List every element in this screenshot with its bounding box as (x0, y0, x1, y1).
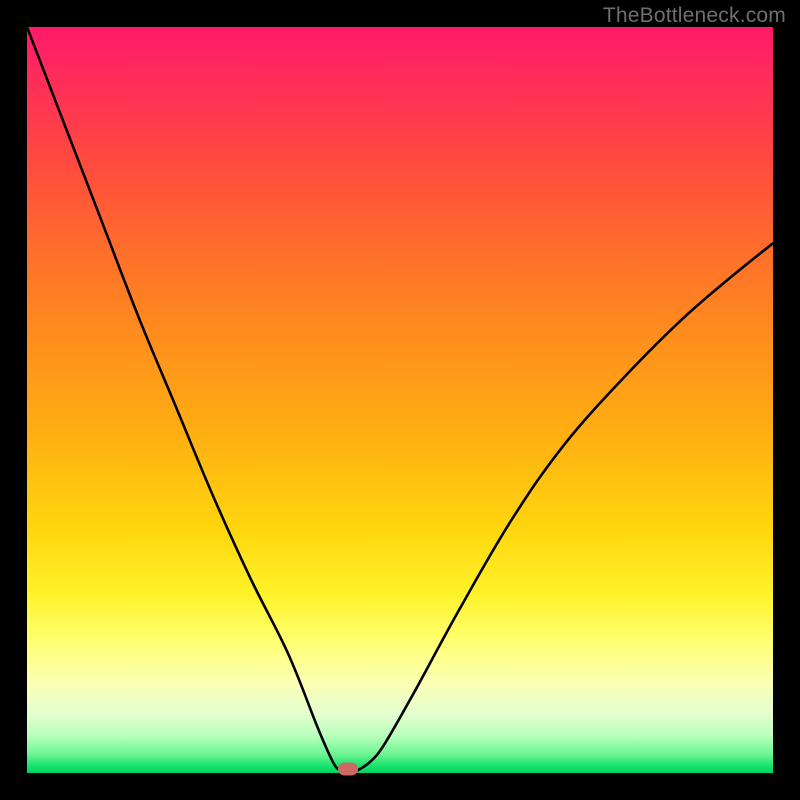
plot-area (27, 27, 773, 773)
optimum-marker (338, 762, 358, 775)
watermark-text: TheBottleneck.com (603, 4, 786, 28)
chart-frame: TheBottleneck.com (0, 0, 800, 800)
bottleneck-curve (27, 27, 773, 773)
